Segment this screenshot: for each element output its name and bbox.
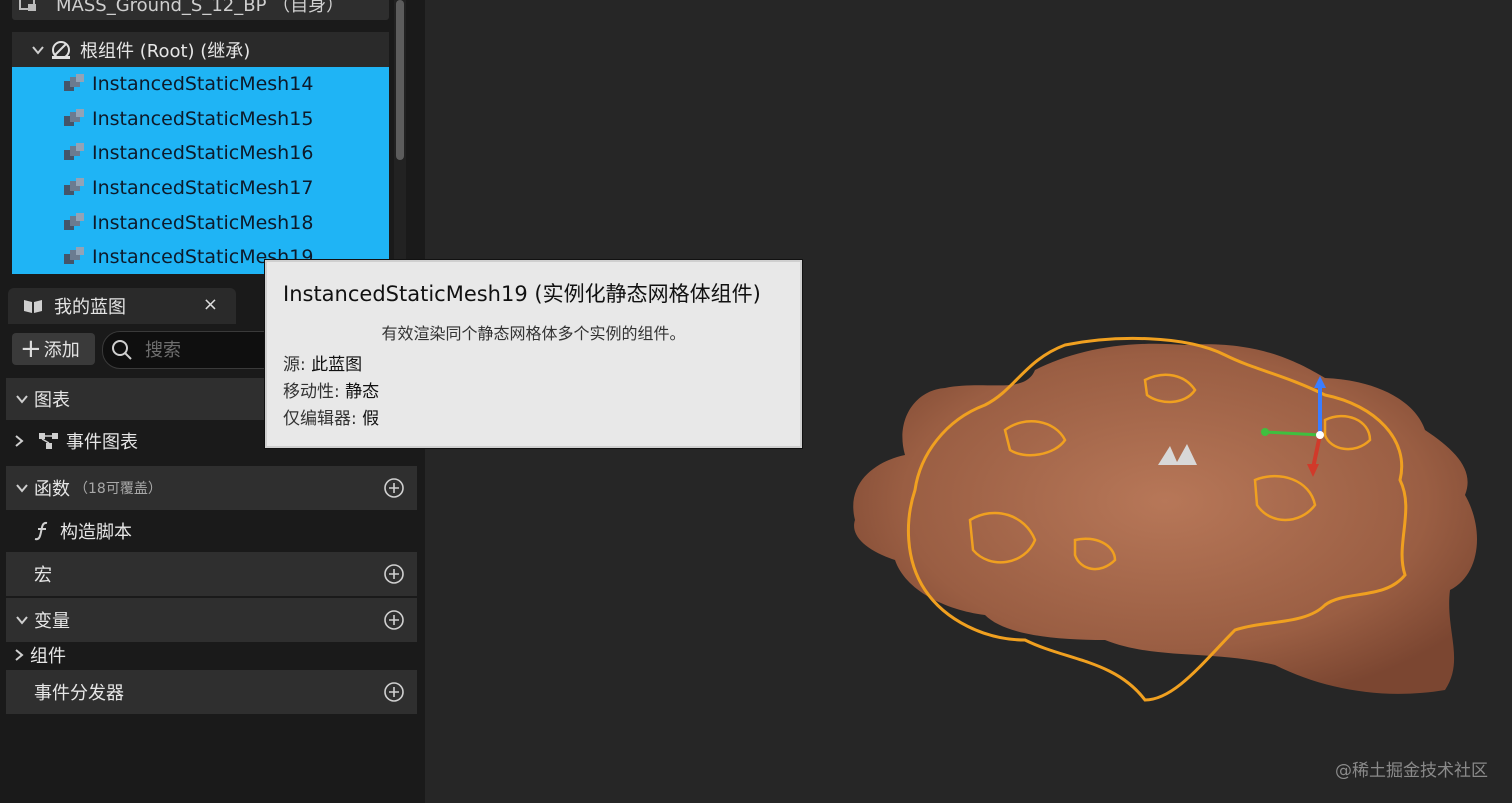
chevron-right-icon[interactable]: [12, 648, 26, 662]
add-circle-icon[interactable]: [383, 681, 405, 703]
editor-only-label: 仅编辑器:: [283, 409, 357, 429]
mobility-label: 移动性:: [283, 382, 340, 402]
rock-base: [853, 343, 1477, 694]
section-functions[interactable]: 函数 （18可覆盖）: [6, 466, 417, 510]
component-row[interactable]: InstancedStaticMesh14: [12, 67, 389, 102]
plus-icon: +: [20, 334, 42, 364]
instanced-mesh-icon: [64, 74, 84, 92]
component-label: InstancedStaticMesh17: [92, 177, 314, 200]
component-row[interactable]: InstancedStaticMesh16: [12, 136, 389, 171]
scene-component-icon: [52, 40, 70, 59]
section-event-dispatchers[interactable]: 事件分发器: [6, 670, 417, 714]
construction-script-item[interactable]: 构造脚本: [6, 514, 417, 548]
components-category-item[interactable]: 组件: [6, 642, 417, 668]
add-circle-icon[interactable]: [383, 477, 405, 499]
close-icon[interactable]: ×: [203, 294, 218, 315]
component-tooltip: InstancedStaticMesh19 (实例化静态网格体组件) 有效渲染同…: [265, 260, 802, 448]
tooltip-description: 有效渲染同个静态网格体多个实例的组件。: [381, 324, 686, 343]
construction-script-label: 构造脚本: [60, 522, 132, 543]
chevron-right-icon[interactable]: [12, 434, 26, 448]
component-label: InstancedStaticMesh16: [92, 142, 314, 165]
component-label: InstancedStaticMesh14: [92, 73, 314, 96]
section-label: 事件分发器: [34, 683, 124, 704]
instanced-mesh-icon: [64, 178, 84, 196]
component-row[interactable]: InstancedStaticMesh17: [12, 171, 389, 206]
component-label: InstancedStaticMesh18: [92, 211, 314, 234]
mobility-value: 静态: [345, 382, 380, 402]
tab-label: 我的蓝图: [54, 297, 126, 318]
blueprint-icon: [19, 0, 36, 11]
tab-my-blueprint[interactable]: 我的蓝图 ×: [8, 288, 236, 324]
section-label: 宏: [34, 565, 52, 586]
function-icon: [34, 521, 48, 541]
instanced-mesh-icon: [64, 247, 84, 265]
add-button-label: 添加: [43, 340, 80, 361]
chevron-down-icon[interactable]: [30, 42, 46, 58]
instanced-mesh-icon: [64, 108, 84, 126]
chevron-down-icon[interactable]: [14, 391, 30, 407]
add-circle-icon[interactable]: [383, 563, 405, 585]
tooltip-editor-only-row: 仅编辑器: 假: [283, 404, 379, 429]
section-variables[interactable]: 变量: [6, 598, 417, 642]
add-button[interactable]: + 添加: [12, 333, 95, 365]
section-label: 图表: [34, 390, 70, 411]
chevron-down-icon[interactable]: [14, 480, 30, 496]
chevron-down-icon[interactable]: [14, 612, 30, 628]
blueprint-self-row[interactable]: MASS_Ground_S_12_BP （自身）: [12, 0, 389, 20]
section-label: 函数: [34, 479, 70, 500]
root-component-label: 根组件 (Root) (继承): [80, 40, 251, 62]
scrollbar-thumb[interactable]: [396, 0, 404, 160]
overridable-count: （18可覆盖）: [74, 481, 162, 497]
component-row[interactable]: InstancedStaticMesh15: [12, 102, 389, 137]
root-component-row[interactable]: 根组件 (Root) (继承): [12, 32, 389, 67]
component-label: InstancedStaticMesh15: [92, 107, 314, 130]
instanced-mesh-icon: [64, 143, 84, 161]
search-input[interactable]: [143, 338, 267, 362]
event-graph-icon: [39, 433, 58, 449]
event-graph-label: 事件图表: [66, 432, 138, 453]
book-icon: [24, 300, 42, 313]
section-macros[interactable]: 宏: [6, 552, 417, 596]
instanced-mesh-icon: [64, 212, 84, 230]
source-value: 此蓝图: [311, 355, 363, 375]
editor-only-value: 假: [362, 409, 380, 429]
tooltip-title: InstancedStaticMesh19 (实例化静态网格体组件): [283, 282, 761, 306]
section-label: 变量: [34, 611, 70, 632]
tooltip-source-row: 源: 此蓝图: [283, 350, 362, 375]
source-label: 源:: [283, 355, 306, 375]
add-circle-icon[interactable]: [383, 609, 405, 631]
search-icon: [112, 340, 132, 360]
components-category-label: 组件: [30, 646, 66, 667]
tooltip-mobility-row: 移动性: 静态: [283, 377, 379, 402]
selected-components: InstancedStaticMesh14 InstancedStaticMes…: [12, 67, 389, 274]
blueprint-self-label: MASS_Ground_S_12_BP （自身）: [56, 0, 345, 16]
component-row[interactable]: InstancedStaticMesh18: [12, 205, 389, 240]
watermark: @稀土掘金技术社区: [1335, 761, 1488, 781]
